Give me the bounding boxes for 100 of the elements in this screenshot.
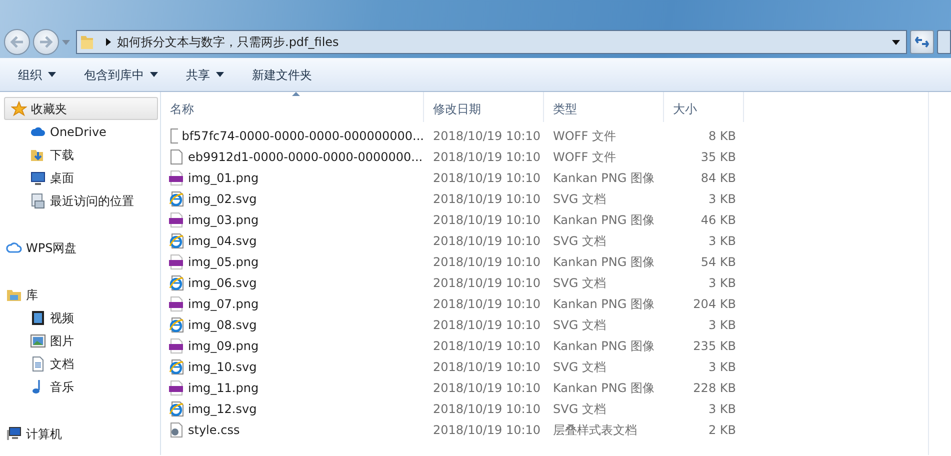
search-field[interactable] (937, 30, 951, 54)
caret-icon (150, 72, 158, 77)
sidebar-item[interactable]: 库 (0, 283, 160, 306)
table-cell-text: 3 KB (707, 232, 737, 250)
refresh-button[interactable] (910, 30, 934, 54)
sidebar-item[interactable]: 最近访问的位置 (0, 189, 160, 212)
file-name[interactable]: img_10.svg (161, 358, 424, 376)
dropdown-button[interactable]: 组织 (10, 58, 64, 91)
table-cell-text: SVG 文档 (552, 316, 607, 334)
table-cell-text: SVG 文档 (552, 190, 607, 208)
table-cell-text: 2018/10/19 10:10 (432, 338, 542, 354)
table-cell-text: 3 KB (707, 400, 737, 418)
table-cell-text: Kankan PNG 图像 (552, 338, 656, 354)
sidebar-item[interactable]: 收藏夹 (4, 97, 158, 120)
table-cell-text: 228 KB (692, 380, 737, 396)
table-cell-text: 2018/10/19 10:10 (432, 274, 542, 292)
table-cell-text: 8 KB (707, 128, 737, 144)
table-cell-text: 2018/10/19 10:10 (432, 296, 542, 312)
image-file-icon (169, 380, 184, 396)
browser-icon (169, 358, 184, 374)
table-cell-text: 2018/10/19 10:10 (432, 128, 542, 144)
table-cell-text: 54 KB (700, 254, 737, 270)
table-cell-text: 2018/10/19 10:10 (432, 148, 542, 166)
file-name[interactable]: img_06.svg (161, 274, 424, 292)
film-icon (30, 310, 46, 326)
file-name[interactable]: img_08.svg (161, 316, 424, 334)
file-name[interactable]: img_01.png (161, 168, 424, 186)
cloud-icon (6, 240, 22, 256)
browser-icon (169, 316, 184, 332)
image-file-icon (169, 212, 184, 228)
sidebar-item[interactable]: 图片 (0, 329, 160, 352)
document-icon (30, 356, 46, 372)
table-cell-text: WOFF 文件 (552, 148, 617, 166)
table-cell-text: 层叠样式表文档 (552, 422, 638, 438)
table-cell-text: Kankan PNG 图像 (552, 170, 656, 186)
table-cell-text: 2018/10/19 10:10 (432, 422, 542, 438)
sidebar-item[interactable]: 视频 (0, 306, 160, 329)
image-file-icon (169, 170, 184, 186)
file-name[interactable]: img_09.png (161, 336, 424, 354)
dropdown-caret-icon[interactable] (892, 40, 900, 44)
table-cell-text: 2018/10/19 10:10 (432, 400, 542, 418)
image-file-icon (169, 296, 184, 312)
dropdown-button[interactable]: 包含到库中 (76, 58, 166, 91)
table-cell-text: 2018/10/19 10:10 (432, 380, 542, 396)
back-button[interactable] (4, 29, 30, 55)
sidebar-item[interactable]: 桌面 (0, 166, 160, 189)
table-cell-text: SVG 文档 (552, 400, 607, 418)
dropdown-button[interactable]: 共享 (178, 58, 232, 91)
sidebar-item[interactable]: 计算机 (0, 422, 160, 445)
table-cell-text: 2018/10/19 10:10 (432, 190, 542, 208)
image-file-icon (169, 254, 184, 270)
computer-icon (6, 426, 22, 442)
table-cell-text: Kankan PNG 图像 (552, 296, 656, 312)
table-cell-text: 46 KB (700, 212, 737, 228)
table-cell-text: 3 KB (707, 274, 737, 292)
file-name[interactable]: img_12.svg (161, 400, 424, 418)
table-cell-text: 3 KB (707, 358, 737, 376)
table-cell-text: 3 KB (707, 190, 737, 208)
forward-button[interactable] (33, 29, 59, 55)
file-name[interactable]: img_04.svg (161, 232, 424, 250)
address-path: 如何拆分文本与数字，只需两步.pdf_files (117, 34, 339, 51)
table-cell-text: 235 KB (692, 338, 737, 354)
file-name[interactable]: eb9912d1-0000-0000-0000-0000000... (161, 148, 424, 166)
address-bar[interactable]: 如何拆分文本与数字，只需两步.pdf_files (76, 30, 907, 54)
window-stack-icon (30, 192, 46, 208)
file-name[interactable]: img_07.png (161, 294, 424, 312)
picture-frame-icon (30, 332, 46, 348)
file-name[interactable]: img_05.png (161, 252, 424, 270)
sidebar-item[interactable]: WPS网盘 (0, 236, 160, 259)
file-name[interactable]: img_11.png (161, 378, 424, 396)
toolbar-button[interactable]: 新建文件夹 (244, 58, 320, 91)
file-name[interactable]: img_02.svg (161, 190, 424, 208)
table-cell-text: SVG 文档 (552, 274, 607, 292)
table-cell-text: 35 KB (700, 148, 737, 166)
table-cell-text: 3 KB (707, 316, 737, 334)
table-cell-text: SVG 文档 (552, 232, 607, 250)
table-cell-text: Kankan PNG 图像 (552, 254, 656, 270)
table-cell-text: WOFF 文件 (552, 128, 617, 144)
table-cell-text: 84 KB (700, 170, 737, 186)
back-arrow-icon (10, 36, 24, 48)
sidebar-item[interactable]: OneDrive (0, 120, 160, 143)
sidebar-item[interactable]: 文档 (0, 352, 160, 375)
sidebar-item[interactable]: 音乐 (0, 375, 160, 398)
folder-icon (80, 34, 94, 50)
sidebar-item[interactable]: 下载 (0, 143, 160, 166)
table-cell-text: Kankan PNG 图像 (552, 212, 656, 228)
browser-icon (169, 274, 184, 290)
browser-icon (169, 232, 184, 248)
table-cell-text: 2018/10/19 10:10 (432, 316, 542, 334)
image-file-icon (169, 338, 184, 354)
table-cell-text: SVG 文档 (552, 358, 607, 376)
forward-arrow-icon (39, 36, 53, 48)
browser-icon (169, 190, 184, 206)
table-cell-text: 2018/10/19 10:10 (432, 170, 542, 186)
star-icon (11, 100, 27, 116)
table-cell-text: 2 KB (707, 422, 737, 438)
file-name[interactable]: img_03.png (161, 210, 424, 228)
refresh-arrows-icon (915, 36, 929, 48)
file-name[interactable]: style.css (161, 420, 424, 438)
file-name[interactable]: bf57fc74-0000-0000-0000-000000000... (161, 126, 424, 144)
